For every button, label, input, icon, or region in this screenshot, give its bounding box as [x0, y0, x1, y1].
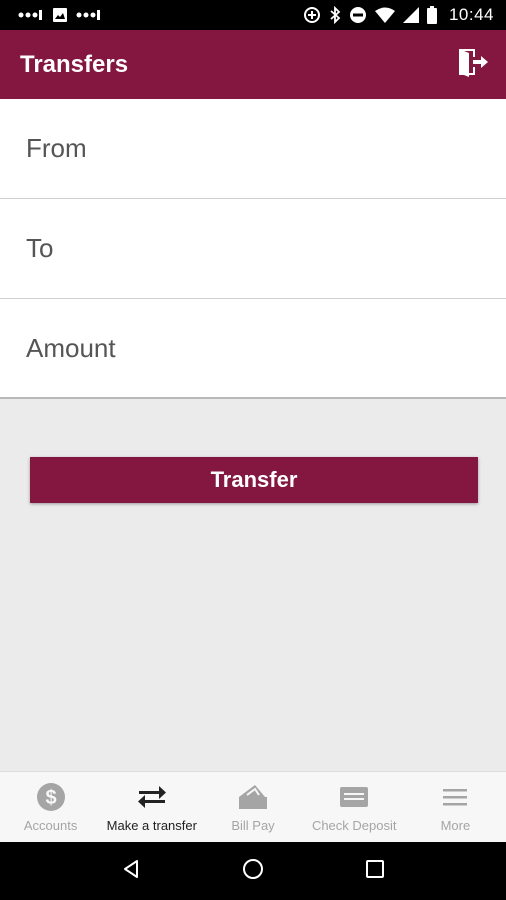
svg-text:$: $	[45, 787, 56, 809]
tab-bill-pay[interactable]: Bill Pay	[202, 772, 303, 842]
check-deposit-icon	[339, 782, 369, 812]
recents-icon	[366, 859, 384, 883]
transfer-arrows-icon	[137, 782, 167, 812]
recents-button[interactable]	[355, 851, 395, 891]
home-button[interactable]	[233, 851, 273, 891]
status-bar: 10:44	[0, 0, 506, 30]
tab-make-a-transfer[interactable]: Make a transfer	[101, 772, 202, 842]
status-right: 10:44	[303, 5, 494, 25]
battery-icon	[426, 6, 437, 24]
bill-pay-icon	[237, 782, 269, 812]
data-saver-icon	[303, 6, 321, 24]
transfer-form: From To Amount	[0, 99, 506, 399]
back-button[interactable]	[111, 851, 151, 891]
do-not-disturb-icon	[349, 6, 367, 24]
from-label: From	[26, 133, 87, 163]
tab-check-deposit[interactable]: Check Deposit	[304, 772, 405, 842]
wifi-icon	[374, 7, 395, 23]
to-field[interactable]: To	[0, 199, 506, 299]
tab-label: Accounts	[23, 817, 78, 833]
status-left	[18, 7, 102, 23]
signal-dots-icon	[18, 9, 44, 21]
from-field[interactable]: From	[0, 99, 506, 199]
home-icon	[242, 858, 264, 885]
tab-label: Make a transfer	[106, 817, 197, 833]
amount-field[interactable]: Amount	[0, 299, 506, 399]
tab-label: Bill Pay	[231, 817, 275, 833]
menu-icon	[442, 782, 468, 812]
logout-button[interactable]	[454, 46, 492, 84]
tab-label: More	[440, 817, 471, 833]
clock: 10:44	[448, 5, 494, 24]
back-icon	[121, 859, 141, 884]
bottom-tab-bar: $ Accounts Make a transfer Bill Pay Chec…	[0, 771, 506, 842]
app-bar: Transfers	[0, 30, 506, 99]
transfer-button[interactable]: Transfer	[30, 457, 478, 503]
image-icon	[52, 7, 68, 23]
tab-more[interactable]: More	[405, 772, 506, 842]
tab-accounts[interactable]: $ Accounts	[0, 772, 101, 842]
amount-label: Amount	[26, 332, 116, 363]
dollar-icon: $	[36, 782, 66, 812]
tab-label: Check Deposit	[311, 817, 397, 833]
bluetooth-icon	[329, 6, 341, 24]
logout-icon	[457, 47, 489, 82]
signal-dots-icon	[76, 9, 102, 21]
system-nav-bar	[0, 842, 506, 900]
page-title: Transfers	[20, 50, 129, 78]
cell-signal-icon	[402, 7, 419, 23]
to-label: To	[26, 233, 54, 263]
